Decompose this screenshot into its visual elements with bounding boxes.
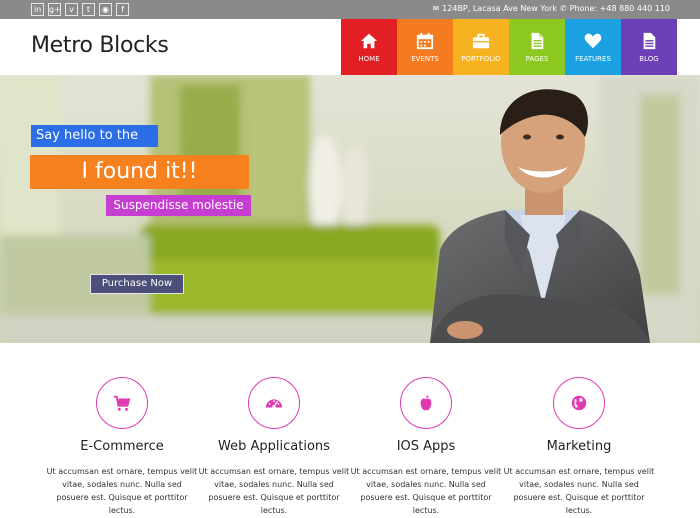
site-logo[interactable]: Metro Blocks xyxy=(31,33,169,58)
document-icon xyxy=(531,32,544,49)
features-section: E-Commerce Ut accumsan est ornare, tempu… xyxy=(0,343,700,518)
feature-web-applications: Web Applications Ut accumsan est ornare,… xyxy=(194,377,354,517)
heart-icon xyxy=(584,33,602,48)
social-links: in g+ v t ◉ f xyxy=(31,3,129,16)
feature-ecommerce: E-Commerce Ut accumsan est ornare, tempu… xyxy=(42,377,202,517)
phone-text: Phone: +48 880 440 110 xyxy=(569,4,670,13)
nav-home[interactable]: HOME xyxy=(341,19,397,75)
nav-label: EVENTS xyxy=(411,54,439,63)
nav-label: PORTFOLIO xyxy=(461,54,501,63)
hero-background-image xyxy=(0,75,700,343)
feature-icon-circle[interactable] xyxy=(248,377,300,429)
purchase-now-button[interactable]: Purchase Now xyxy=(90,274,184,294)
feature-icon-circle[interactable] xyxy=(400,377,452,429)
address-text: 124BP, Lacasa Ave New York xyxy=(442,4,557,13)
feature-title: E-Commerce xyxy=(80,439,164,454)
phone-icon: ✆ xyxy=(559,4,567,13)
hero-caption-small: Say hello to the xyxy=(31,125,158,147)
nav-label: FEATURES xyxy=(575,54,611,63)
twitter-icon[interactable]: t xyxy=(82,3,95,16)
main-nav: HOME EVENTS PORTFOLIO PAGES FEATURES BLO… xyxy=(341,19,677,75)
github-icon[interactable]: ◉ xyxy=(99,3,112,16)
briefcase-icon xyxy=(472,33,490,48)
feature-description: Ut accumsan est ornare, tempus velit vit… xyxy=(503,467,655,515)
globe-icon xyxy=(571,395,587,411)
nav-blog[interactable]: BLOG xyxy=(621,19,677,75)
google-plus-icon[interactable]: g+ xyxy=(48,3,61,16)
feature-icon-circle[interactable] xyxy=(553,377,605,429)
feature-description: Ut accumsan est ornare, tempus velit vit… xyxy=(198,467,350,515)
site-header: Metro Blocks HOME EVENTS PORTFOLIO PAGES… xyxy=(0,19,700,75)
hero-caption-title: I found it!! xyxy=(30,155,249,189)
hero-caption-subtitle: Suspendisse molestie xyxy=(106,195,251,216)
feature-marketing: Marketing Ut accumsan est ornare, tempus… xyxy=(499,377,659,517)
nav-label: PAGES xyxy=(525,54,549,63)
vimeo-icon[interactable]: v xyxy=(65,3,78,16)
nav-label: BLOG xyxy=(639,54,659,63)
calendar-icon xyxy=(416,32,434,49)
feature-title: Marketing xyxy=(546,439,612,454)
linkedin-icon[interactable]: in xyxy=(31,3,44,16)
facebook-icon[interactable]: f xyxy=(116,3,129,16)
feature-description: Ut accumsan est ornare, tempus velit vit… xyxy=(350,467,502,515)
nav-pages[interactable]: PAGES xyxy=(509,19,565,75)
feature-title: IOS Apps xyxy=(396,439,456,454)
shopping-cart-icon xyxy=(113,395,131,411)
feature-title: Web Applications xyxy=(218,439,330,454)
file-text-icon xyxy=(643,32,656,49)
feature-description: Ut accumsan est ornare, tempus velit vit… xyxy=(46,467,198,515)
apple-icon xyxy=(420,395,432,411)
home-icon xyxy=(360,33,378,48)
contact-info: ✉ 124BP, Lacasa Ave New York ✆ Phone: +4… xyxy=(432,4,670,13)
envelope-icon: ✉ xyxy=(432,4,440,13)
dashboard-icon xyxy=(265,399,283,409)
nav-label: HOME xyxy=(358,54,380,63)
feature-icon-circle[interactable] xyxy=(96,377,148,429)
top-bar: in g+ v t ◉ f ✉ 124BP, Lacasa Ave New Yo… xyxy=(0,0,700,19)
nav-portfolio[interactable]: PORTFOLIO xyxy=(453,19,509,75)
feature-ios-apps: IOS Apps Ut accumsan est ornare, tempus … xyxy=(346,377,506,517)
nav-features[interactable]: FEATURES xyxy=(565,19,621,75)
hero-slider[interactable]: Say hello to the I found it!! Suspendiss… xyxy=(0,75,700,343)
nav-events[interactable]: EVENTS xyxy=(397,19,453,75)
